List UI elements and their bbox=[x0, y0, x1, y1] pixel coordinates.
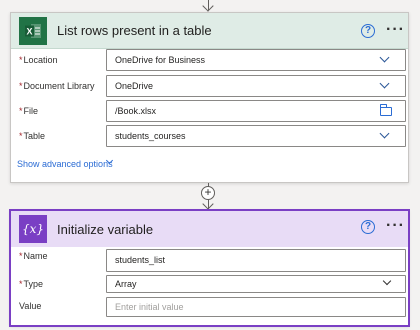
card-title[interactable]: List rows present in a table bbox=[57, 23, 212, 38]
variable-icon: {x} bbox=[19, 215, 47, 243]
field-label-table: *Table bbox=[19, 131, 46, 141]
file-picker-input[interactable]: /Book.xlsx bbox=[106, 100, 406, 122]
svg-text:X: X bbox=[26, 26, 32, 36]
connector-arrow-middle bbox=[202, 198, 214, 210]
excel-icon: X bbox=[19, 16, 47, 45]
field-label-value: Value bbox=[19, 301, 42, 311]
card-header-list-rows[interactable]: X List rows present in a table ? ··· bbox=[11, 13, 408, 49]
document-library-dropdown[interactable]: OneDrive bbox=[106, 75, 406, 97]
connector-arrow-top bbox=[202, 0, 214, 12]
action-card-list-rows[interactable]: X List rows present in a table ? ··· *Lo… bbox=[10, 12, 409, 183]
variable-value-input[interactable]: Enter initial value bbox=[106, 297, 406, 317]
card-title[interactable]: Initialize variable bbox=[57, 222, 153, 237]
help-icon[interactable]: ? bbox=[361, 24, 375, 38]
show-advanced-options-link[interactable]: Show advanced options bbox=[17, 159, 113, 169]
help-icon[interactable]: ? bbox=[361, 220, 375, 234]
field-label-document-library: *Document Library bbox=[19, 81, 95, 91]
folder-icon[interactable] bbox=[379, 104, 392, 116]
card-header-initialize-variable[interactable]: {x} Initialize variable ? ··· bbox=[11, 211, 408, 247]
location-dropdown[interactable]: OneDrive for Business bbox=[106, 49, 406, 71]
more-options-icon[interactable]: ··· bbox=[386, 22, 405, 38]
field-label-type: *Type bbox=[19, 279, 44, 289]
more-options-icon[interactable]: ··· bbox=[386, 218, 405, 234]
action-card-initialize-variable[interactable]: {x} Initialize variable ? ··· *Name stud… bbox=[9, 209, 410, 327]
field-label-file: *File bbox=[19, 106, 39, 116]
variable-type-dropdown[interactable]: Array bbox=[106, 275, 406, 293]
field-label-name: *Name bbox=[19, 251, 48, 261]
table-dropdown[interactable]: students_courses bbox=[106, 125, 406, 147]
field-label-location: *Location bbox=[19, 55, 58, 65]
variable-name-input[interactable]: students_list bbox=[106, 249, 406, 272]
